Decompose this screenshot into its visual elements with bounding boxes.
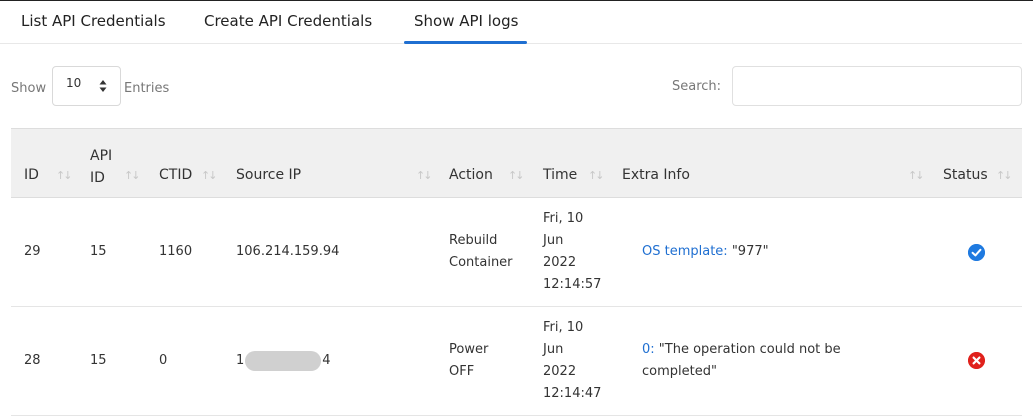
column-header-id[interactable]: ID ↑↓ [24,129,84,199]
extra-info-key: OS template: [642,244,728,259]
check-circle-icon [968,244,985,261]
sort-arrows-icon: ↑↓ [588,169,604,182]
tab-create-api-credentials[interactable]: Create API Credentials [204,12,372,30]
select-caret-icon [99,80,107,92]
tab-bar: List API Credentials Create API Credenti… [0,0,1022,44]
cell-id: 28 [24,353,41,368]
cell-id: 29 [24,244,41,259]
table-row: 29 15 1160 106.214.159.94 Rebuild Contai… [11,198,1022,307]
column-header-action[interactable]: Action ↑↓ [449,129,539,199]
show-label: Show [11,81,47,96]
column-header-api-id[interactable]: API ID ↑↓ [90,129,156,199]
tab-show-api-logs[interactable]: Show API logs [414,12,518,30]
search-input[interactable] [732,66,1022,106]
x-circle-icon [968,352,985,369]
table-row: 28 15 0 14 Power OFF Fri, 10 Jun 2022 12… [11,307,1022,416]
sort-arrows-icon: ↑↓ [908,169,924,182]
active-tab-indicator [404,41,527,44]
column-header-status[interactable]: Status ↑↓ [943,129,1021,199]
cell-source-ip: 14 [236,350,331,372]
column-header-extra-info[interactable]: Extra Info ↑↓ [622,129,927,199]
cell-action: Rebuild Container [449,233,513,270]
table-header: ID ↑↓ API ID ↑↓ CTID ↑↓ Source IP ↑↓ Act… [11,128,1022,198]
cell-extra-info: OS template: "977" [642,241,902,263]
extra-info-value: "The operation could not be completed" [642,342,841,379]
cell-source-ip: 106.214.159.94 [236,244,340,259]
column-header-ctid[interactable]: CTID ↑↓ [159,129,229,199]
entries-per-page-select[interactable]: 10 [52,66,121,106]
sort-arrows-icon: ↑↓ [508,169,524,182]
sort-arrows-icon: ↑↓ [124,169,140,182]
redacted-ip-mask [245,350,322,371]
entries-label: Entries [124,81,170,96]
sort-arrows-icon: ↑↓ [201,169,217,182]
sort-arrows-icon: ↑↓ [416,169,432,182]
cell-ctid: 0 [159,353,168,368]
cell-time: Fri, 10 Jun 2022 12:14:57 [543,211,602,292]
cell-action: Power OFF [449,342,489,379]
column-header-time[interactable]: Time ↑↓ [543,129,618,199]
entries-select-value: 10 [66,76,82,90]
column-header-source-ip[interactable]: Source IP ↑↓ [236,129,436,199]
cell-extra-info: 0: "The operation could not be completed… [642,339,877,383]
cell-api-id: 15 [90,244,107,259]
sort-arrows-icon: ↑↓ [996,169,1012,182]
extra-info-value: "977" [727,244,769,259]
extra-info-key: 0: [642,342,655,357]
cell-time: Fri, 10 Jun 2022 12:14:47 [543,320,602,401]
sort-arrows-icon: ↑↓ [56,169,72,182]
api-logs-table: ID ↑↓ API ID ↑↓ CTID ↑↓ Source IP ↑↓ Act… [11,128,1022,416]
cell-ctid: 1160 [159,244,193,259]
cell-api-id: 15 [90,353,107,368]
tab-list-api-credentials[interactable]: List API Credentials [21,12,166,30]
search-label: Search: [672,79,722,94]
